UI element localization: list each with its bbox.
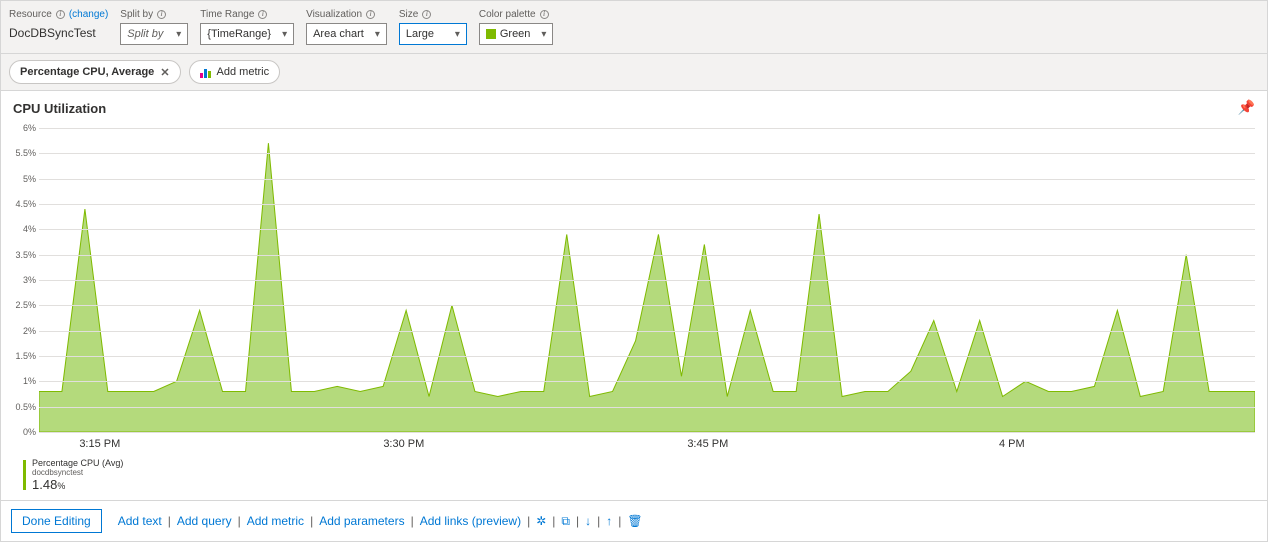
add-query-link[interactable]: Add query xyxy=(177,514,232,528)
add-links-link[interactable]: Add links (preview) xyxy=(420,514,521,528)
resource-value: DocDBSyncTest xyxy=(9,23,108,40)
gridline xyxy=(39,305,1255,306)
gridline xyxy=(39,381,1255,382)
info-icon[interactable]: i xyxy=(540,10,549,19)
palette-group: Color palette i Green xyxy=(479,7,554,45)
visualization-group: Visualization i Area chart xyxy=(306,7,387,45)
move-up-icon[interactable]: ↑ xyxy=(606,514,612,528)
legend-color-bar xyxy=(23,460,26,490)
visualization-select[interactable]: Area chart xyxy=(306,23,387,45)
add-parameters-link[interactable]: Add parameters xyxy=(319,514,404,528)
gridline xyxy=(39,407,1255,408)
gridline xyxy=(39,179,1255,180)
chart-legend: Percentage CPU (Avg) docdbsynctest 1.48% xyxy=(23,458,1255,492)
gridline xyxy=(39,331,1255,332)
change-resource-link[interactable]: (change) xyxy=(69,9,108,20)
size-label: Size xyxy=(399,9,418,20)
metric-pill-label: Percentage CPU, Average xyxy=(20,66,154,78)
footer-toolbar: Done Editing Add text | Add query | Add … xyxy=(1,500,1267,541)
resource-group: Resource i (change) DocDBSyncTest xyxy=(9,7,108,40)
timerange-label: Time Range xyxy=(200,9,254,20)
timerange-select[interactable]: {TimeRange} xyxy=(200,23,294,45)
bar-chart-icon xyxy=(200,67,211,78)
gridline xyxy=(39,153,1255,154)
visualization-label: Visualization xyxy=(306,9,362,20)
x-tick: 3:45 PM xyxy=(687,438,728,450)
info-icon[interactable]: i xyxy=(258,10,267,19)
size-group: Size i Large xyxy=(399,7,467,45)
x-tick: 3:15 PM xyxy=(79,438,120,450)
add-metric-label: Add metric xyxy=(217,66,270,78)
legend-value: 1.48% xyxy=(32,477,123,492)
gridline xyxy=(39,229,1255,230)
legend-name: Percentage CPU (Avg) xyxy=(32,458,123,468)
y-axis: 6%5.5%5%4.5%4%3.5%3%2.5%2%1.5%1%0.5%0% xyxy=(13,128,39,432)
x-axis: 3:15 PM 3:30 PM 3:45 PM 4 PM xyxy=(39,438,1255,450)
gridline xyxy=(39,204,1255,205)
metric-pill-row: Percentage CPU, Average ✕ Add metric xyxy=(1,54,1267,91)
x-tick: 4 PM xyxy=(999,438,1025,450)
metric-pill[interactable]: Percentage CPU, Average ✕ xyxy=(9,60,181,84)
resource-label: Resource xyxy=(9,9,52,20)
splitby-label: Split by xyxy=(120,9,153,20)
color-swatch-icon xyxy=(486,29,496,39)
chart-area: 📌 CPU Utilization 6%5.5%5%4.5%4%3.5%3%2.… xyxy=(1,91,1267,500)
toolbar: Resource i (change) DocDBSyncTest Split … xyxy=(1,1,1267,54)
add-text-link[interactable]: Add text xyxy=(118,514,162,528)
splitby-group: Split by i Split by xyxy=(120,7,188,45)
done-editing-button[interactable]: Done Editing xyxy=(11,509,102,533)
x-tick: 3:30 PM xyxy=(383,438,424,450)
chart-plot[interactable]: 6%5.5%5%4.5%4%3.5%3%2.5%2%1.5%1%0.5%0% xyxy=(13,128,1255,438)
gridline xyxy=(39,128,1255,129)
gridline xyxy=(39,255,1255,256)
pin-icon[interactable]: 📌 xyxy=(1238,99,1255,116)
move-down-icon[interactable]: ↓ xyxy=(585,514,591,528)
gridline xyxy=(39,356,1255,357)
palette-select[interactable]: Green xyxy=(479,23,554,45)
gridline xyxy=(39,432,1255,433)
plot-body xyxy=(39,128,1255,432)
size-select[interactable]: Large xyxy=(399,23,467,45)
copy-icon[interactable]: ⧉ xyxy=(561,514,570,529)
delete-icon[interactable]: 🗑 xyxy=(627,514,642,528)
gridline xyxy=(39,280,1255,281)
settings-icon[interactable]: ✲ xyxy=(536,514,546,528)
splitby-select[interactable]: Split by xyxy=(120,23,188,45)
remove-metric-icon[interactable]: ✕ xyxy=(160,66,169,79)
add-metric-button[interactable]: Add metric xyxy=(189,60,281,84)
info-icon[interactable]: i xyxy=(56,10,65,19)
timerange-group: Time Range i {TimeRange} xyxy=(200,7,294,45)
info-icon[interactable]: i xyxy=(366,10,375,19)
add-metric-link[interactable]: Add metric xyxy=(247,514,304,528)
chart-title: CPU Utilization xyxy=(13,101,1255,116)
info-icon[interactable]: i xyxy=(157,10,166,19)
legend-resource: docdbsynctest xyxy=(32,468,123,477)
info-icon[interactable]: i xyxy=(422,10,431,19)
palette-label: Color palette xyxy=(479,9,536,20)
